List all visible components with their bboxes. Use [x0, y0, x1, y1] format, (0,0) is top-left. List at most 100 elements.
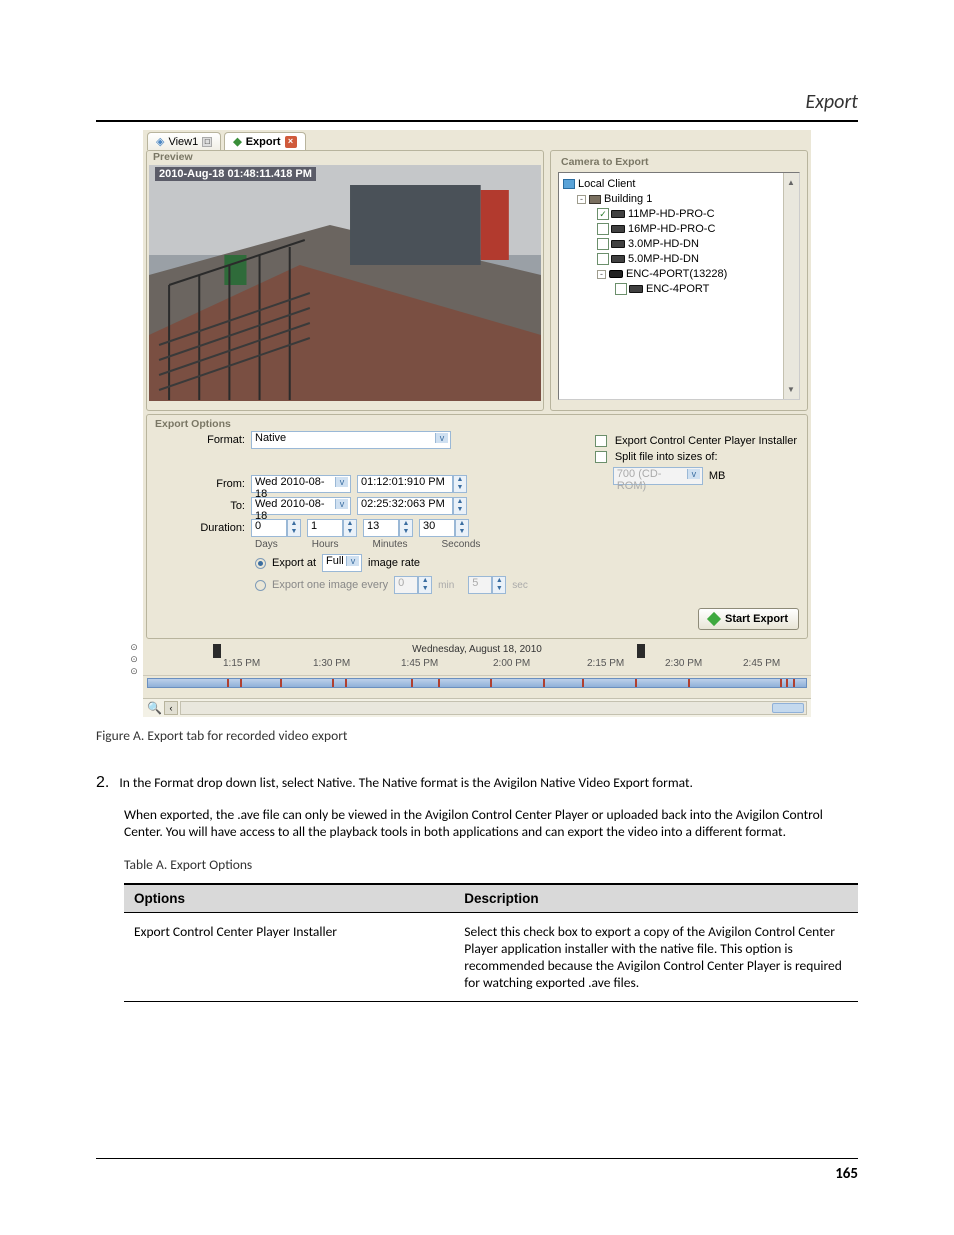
to-date-select[interactable]: Wed 2010-08-18 — [251, 497, 351, 515]
export-at-radio[interactable] — [255, 558, 266, 569]
page-number: 165 — [835, 1165, 858, 1183]
img-min-input[interactable]: 0▲▼ — [394, 576, 432, 594]
start-export-label: Start Export — [725, 613, 788, 625]
header-rule — [96, 120, 858, 122]
seconds-input[interactable]: 30▲▼ — [419, 519, 469, 537]
range-marker-end[interactable] — [637, 644, 645, 658]
export-one-label: Export one image every — [272, 579, 388, 591]
collapse-icon[interactable]: - — [597, 270, 606, 279]
tab-export-label: Export — [246, 136, 281, 148]
step-text: In the Format drop down list, select Nat… — [119, 774, 693, 792]
from-label: From: — [155, 478, 245, 490]
export-options-title: Export Options — [155, 418, 799, 430]
camera-icon — [629, 285, 643, 293]
installer-label: Export Control Center Player Installer — [615, 435, 797, 447]
camera-tree-panel: Camera to Export Local Client - Building … — [550, 150, 808, 411]
collapse-icon[interactable]: - — [577, 195, 586, 204]
preview-title: Preview — [147, 151, 543, 165]
app-screenshot: ◈ View1 □ ◆ Export × Preview — [143, 130, 811, 717]
tree-scrollbar[interactable] — [783, 173, 799, 399]
figure-caption: Figure A. Export tab for recorded video … — [96, 727, 858, 744]
split-checkbox[interactable] — [595, 451, 607, 463]
tree-root: Local Client — [578, 178, 635, 190]
camera-icon — [611, 240, 625, 248]
split-unit: MB — [709, 470, 726, 482]
tree-cam3: 3.0MP-HD-DN — [628, 238, 699, 250]
installer-checkbox[interactable] — [595, 435, 607, 447]
page-header-title: Export — [96, 90, 858, 114]
timeline-track[interactable] — [147, 678, 807, 688]
seconds-unit: Seconds — [442, 539, 481, 550]
start-export-button[interactable]: Start Export — [698, 608, 799, 630]
export-options-table: Options Description Export Control Cente… — [124, 883, 858, 1002]
tl-ctrl-icon[interactable]: ⊙ — [127, 654, 141, 666]
site-icon — [589, 195, 601, 204]
tree-enc-ch: ENC-4PORT — [646, 283, 709, 295]
encoder-icon — [609, 270, 623, 278]
timeline-scrollbar[interactable] — [180, 701, 807, 715]
format-select[interactable]: Native — [251, 431, 451, 449]
step-number: 2. — [96, 774, 109, 792]
hours-input[interactable]: 1▲▼ — [307, 519, 357, 537]
tree-cam1: 11MP-HD-PRO-C — [628, 208, 715, 220]
camera-icon — [611, 210, 625, 218]
camera-tree-title: Camera to Export — [555, 155, 803, 172]
from-time-input[interactable]: 01:12:01:910 PM▲▼ — [357, 475, 467, 493]
zoom-icon[interactable]: 🔍 — [147, 701, 162, 715]
minutes-input[interactable]: 13▲▼ — [363, 519, 413, 537]
hours-unit: Hours — [312, 539, 339, 550]
export-at-label: Export at — [272, 557, 316, 569]
tree-enc: ENC-4PORT(13228) — [626, 268, 727, 280]
start-icon — [707, 612, 721, 626]
checkbox[interactable]: ✓ — [597, 208, 609, 220]
camera-icon — [611, 225, 625, 233]
tree-site: Building 1 — [604, 193, 652, 205]
split-size-select[interactable]: 700 (CD-ROM) — [613, 467, 703, 485]
opt-installer-desc: Select this check box to export a copy o… — [454, 913, 858, 1002]
timeline[interactable]: ⊙ ⊙ ⊙ Wednesday, August 18, 2010 1:15 PM… — [143, 642, 811, 717]
plus-icon: ◆ — [233, 135, 241, 148]
image-rate-select[interactable]: Full — [322, 554, 362, 572]
minutes-unit: Minutes — [372, 539, 407, 550]
camera-tree[interactable]: Local Client -Building 1 ✓11MP-HD-PRO-C … — [559, 173, 799, 301]
tree-cam2: 16MP-HD-PRO-C — [628, 223, 715, 235]
format-label: Format: — [155, 434, 245, 446]
split-label: Split file into sizes of: — [615, 451, 718, 463]
scroll-left-icon[interactable]: ‹ — [164, 701, 178, 715]
table-row: Export Control Center Player Installer S… — [124, 913, 858, 1002]
timeline-ticks: 1:15 PM 1:30 PM 1:45 PM 2:00 PM 2:15 PM … — [143, 658, 811, 672]
close-icon[interactable]: × — [285, 136, 297, 148]
export-one-radio[interactable] — [255, 580, 266, 591]
range-marker-start[interactable] — [213, 644, 221, 658]
preview-video: 2010-Aug-18 01:48:11.418 PM — [149, 165, 541, 401]
col-description: Description — [454, 884, 858, 913]
tab-view1[interactable]: ◈ View1 □ — [147, 132, 221, 150]
from-date-select[interactable]: Wed 2010-08-18 — [251, 475, 351, 493]
img-min-unit: min — [438, 580, 454, 591]
preview-panel: Preview — [146, 150, 544, 411]
tl-ctrl-icon[interactable]: ⊙ — [127, 666, 141, 678]
checkbox[interactable] — [597, 238, 609, 250]
days-unit: Days — [255, 539, 278, 550]
video-timestamp-osd: 2010-Aug-18 01:48:11.418 PM — [155, 167, 316, 181]
checkbox[interactable] — [597, 223, 609, 235]
img-sec-input[interactable]: 5▲▼ — [468, 576, 506, 594]
to-label: To: — [155, 500, 245, 512]
table-title: Table A. Export Options — [96, 856, 858, 873]
camera-icon — [611, 255, 625, 263]
footer-rule — [96, 1158, 858, 1159]
tab-bar: ◈ View1 □ ◆ Export × — [143, 130, 811, 150]
timeline-date: Wednesday, August 18, 2010 — [412, 644, 542, 655]
tab-view1-label: View1 — [168, 136, 198, 148]
tree-cam4: 5.0MP-HD-DN — [628, 253, 699, 265]
col-options: Options — [124, 884, 454, 913]
options-intro: When exported, the .ave file can only be… — [96, 806, 858, 840]
image-rate-suffix: image rate — [368, 557, 420, 569]
monitor-icon — [563, 179, 575, 189]
checkbox[interactable] — [597, 253, 609, 265]
img-sec-unit: sec — [512, 580, 528, 591]
to-time-input[interactable]: 02:25:32:063 PM▲▼ — [357, 497, 467, 515]
tl-ctrl-icon[interactable]: ⊙ — [127, 642, 141, 654]
checkbox[interactable] — [615, 283, 627, 295]
tab-export[interactable]: ◆ Export × — [224, 132, 305, 150]
